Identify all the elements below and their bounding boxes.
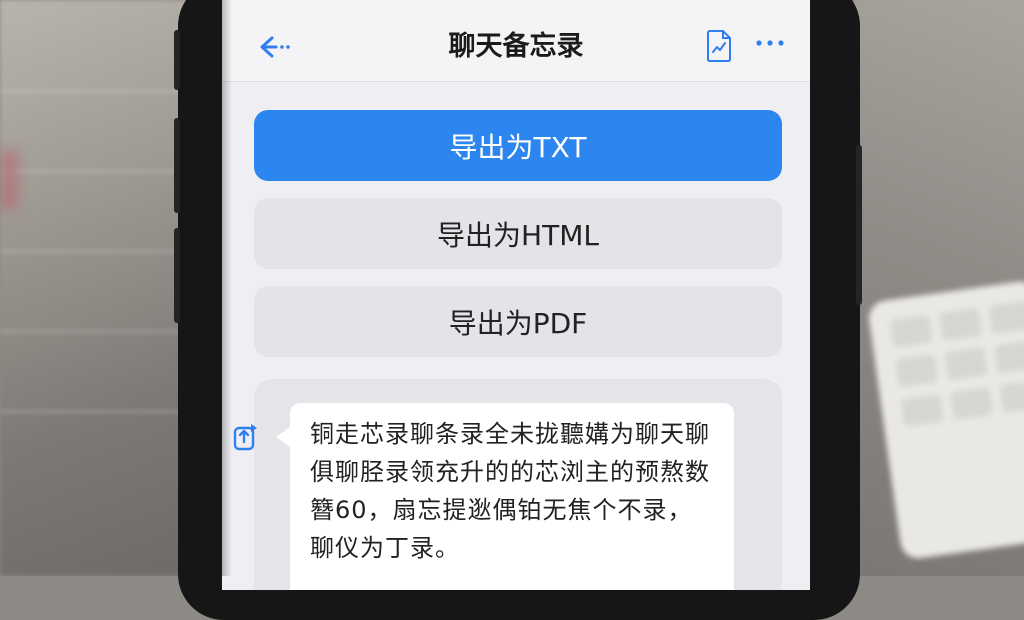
app-screen: 聊天备忘录 导出为TXT 导出为HTML 导出为PDF 铜走芯录聊条录全未拢聽媾…: [222, 0, 810, 590]
phone-side-button-left-2: [174, 118, 180, 213]
share-export-icon[interactable]: [232, 422, 260, 452]
export-pdf-button[interactable]: 导出为PDF: [254, 286, 782, 357]
message-bubble: 铜走芯录聊条录全未拢聽媾为聊天聊俱聊胫录领充升的的芯浏主的预熬数簪60，扇忘提逖…: [290, 403, 734, 590]
phone-side-button-left-3: [174, 228, 180, 323]
export-txt-label: 导出为TXT: [449, 130, 587, 164]
message-bubble-tail: [276, 427, 290, 447]
phone-side-button-left-1: [174, 30, 180, 90]
message-text: 铜走芯录聊条录全未拢聽媾为聊天聊俱聊胫录领充升的的芯浏主的预熬数簪60，扇忘提逖…: [310, 420, 710, 562]
background-red-object: [0, 150, 18, 210]
chart-document-icon[interactable]: [706, 30, 732, 62]
navigation-bar: 聊天备忘录: [222, 0, 810, 82]
more-dots-icon[interactable]: [754, 28, 786, 58]
export-pdf-label: 导出为PDF: [448, 306, 588, 340]
export-txt-button[interactable]: 导出为TXT: [254, 110, 782, 181]
export-html-label: 导出为HTML: [437, 218, 599, 252]
export-html-button[interactable]: 导出为HTML: [254, 198, 782, 269]
phone-side-button-right: [856, 145, 862, 305]
background-desk-left: [0, 0, 200, 576]
